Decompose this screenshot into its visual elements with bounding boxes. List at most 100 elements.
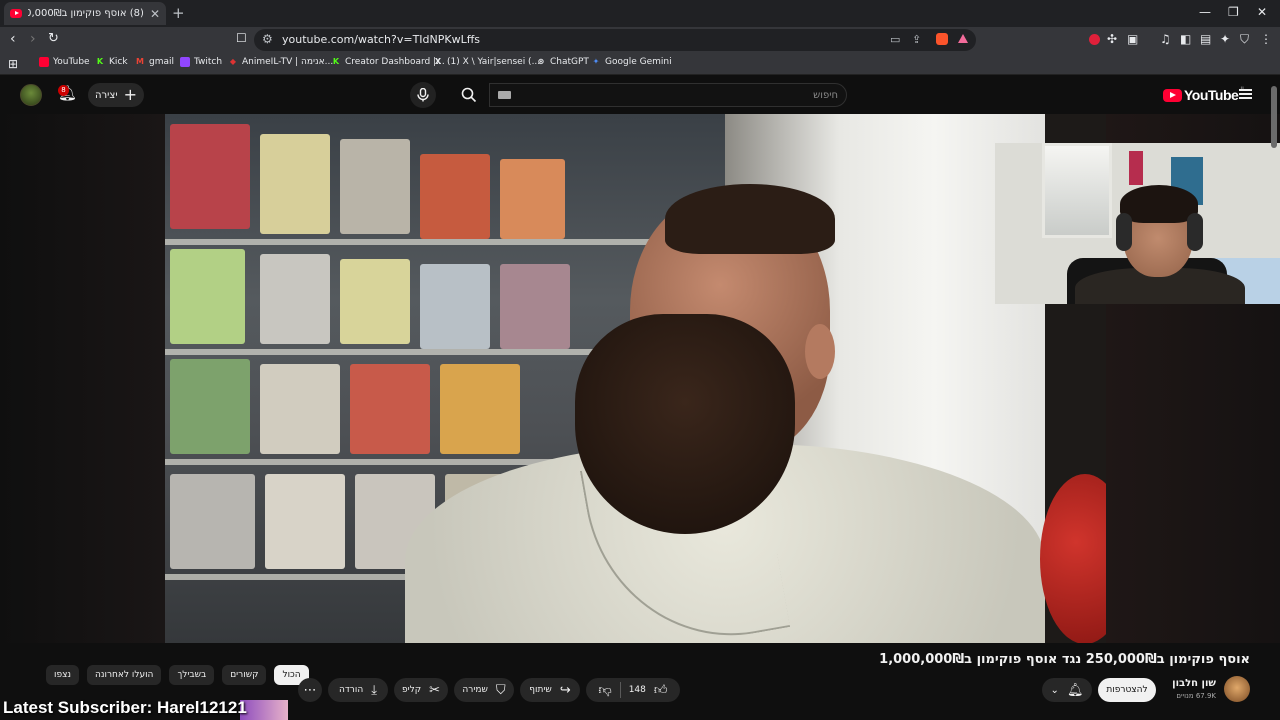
search-input[interactable]	[520, 87, 838, 103]
bookmark-animeil[interactable]: ◆ AnimeIL-TV | אנימה...	[228, 57, 333, 67]
chip-for-you[interactable]: בשבילך	[169, 665, 215, 685]
minimize-button[interactable]: —	[1199, 5, 1211, 19]
search-button[interactable]	[449, 83, 489, 107]
bookmarks-bar: ⊞ YouTube K Kick Mgmail Twitch ◆ AnimeIL-T…	[0, 53, 1280, 75]
funko-box	[440, 364, 520, 454]
channel-avatar[interactable]	[1224, 676, 1250, 702]
chip-watched[interactable]: נצפו	[46, 665, 80, 685]
save-button[interactable]: שמירה ⛉	[454, 678, 514, 702]
youtube-play-icon	[1163, 88, 1182, 102]
keyboard-icon[interactable]	[498, 91, 511, 99]
sidebar-icon[interactable]: ◧	[1180, 32, 1191, 46]
restore-button[interactable]: ❐	[1228, 5, 1239, 19]
kick-icon: K	[332, 57, 340, 66]
browser-toolbar: ‹ › ↻ ☐ ⚙ youtube.com/watch?v=TIdNPKwLff…	[0, 27, 1280, 53]
youtube-favicon-icon	[10, 9, 22, 18]
funko-box	[500, 264, 570, 349]
gemini-icon: ✦	[592, 57, 600, 66]
bookmark-kick[interactable]: K Kick	[95, 57, 128, 67]
leo-ai-icon[interactable]: ✦	[1220, 32, 1230, 46]
cast-icon[interactable]: ▭	[890, 33, 900, 46]
funko-box	[170, 249, 245, 344]
bookmark-creator-dashboard[interactable]: K Creator Dashboard |...	[331, 57, 445, 67]
download-button[interactable]: הורדה ⤓	[328, 678, 388, 702]
youtube-icon	[39, 57, 49, 67]
subscribed-notifications-button[interactable]: ⌄ 🔔︎	[1042, 678, 1092, 702]
animeil-icon: ◆	[229, 57, 237, 66]
scissors-icon: ✂	[429, 682, 441, 698]
guide-menu-icon[interactable]	[1239, 89, 1252, 99]
bookmark-page-icon[interactable]: ☐	[236, 31, 247, 45]
page-scrollbar[interactable]	[1271, 86, 1277, 148]
brave-shields-icon[interactable]	[936, 33, 948, 45]
browser-tab[interactable]: (8) אוסף פוקימון ב250,000₪ נגד ✕	[4, 2, 166, 25]
extensions-puzzle-icon[interactable]: ✣	[1107, 32, 1117, 46]
wallet-icon[interactable]: ▤	[1200, 32, 1211, 46]
clip-button[interactable]: קליפ ✂	[394, 678, 448, 702]
recommended-thumbnail[interactable]	[240, 700, 288, 720]
cam-window	[1042, 143, 1112, 238]
create-label: יצירה	[95, 89, 118, 101]
close-tab-icon[interactable]: ✕	[150, 7, 160, 21]
save-label: שמירה	[462, 685, 488, 695]
extension-red-icon[interactable]	[1089, 34, 1100, 45]
like-dislike-group: 👎︎ 148 👍︎	[586, 678, 680, 702]
share-label: שיתוף	[529, 685, 552, 695]
site-info-icon[interactable]: ⚙	[262, 32, 273, 46]
video-player[interactable]	[165, 114, 1106, 643]
chip-recently-uploaded[interactable]: הועלו לאחרונה	[87, 665, 162, 685]
more-actions-button[interactable]: ⋯	[298, 678, 322, 702]
reload-icon[interactable]: ↻	[48, 31, 59, 46]
funko-box	[260, 364, 340, 454]
create-button[interactable]: יצירה +	[88, 83, 144, 107]
user-avatar[interactable]	[20, 84, 42, 106]
channel-name[interactable]: שון חלבון	[1172, 678, 1216, 689]
join-button[interactable]: להצטרפות	[1098, 678, 1156, 702]
like-count: 148	[628, 685, 646, 695]
bookmark-x[interactable]: X (1) X \ Yair|sensei (...	[433, 57, 540, 67]
search-icon	[461, 87, 477, 103]
share-button[interactable]: שיתוף ↪	[520, 678, 580, 702]
dislike-icon[interactable]: 👎︎	[599, 683, 612, 698]
screenshot-icon[interactable]: ▣	[1127, 32, 1138, 46]
media-icon[interactable]: ♫	[1160, 32, 1171, 46]
voice-search-button[interactable]	[410, 82, 436, 108]
new-tab-button[interactable]: +	[172, 4, 185, 22]
youtube-wordmark: YouTube	[1184, 87, 1239, 103]
apps-grid-icon[interactable]: ⊞	[8, 57, 18, 71]
kick-icon: K	[96, 57, 104, 66]
clip-label: קליפ	[401, 685, 422, 695]
funko-box	[170, 474, 255, 569]
close-window-button[interactable]: ✕	[1257, 5, 1267, 19]
back-icon[interactable]: ‹	[10, 31, 16, 47]
like-icon[interactable]: 👍︎	[654, 683, 668, 698]
funko-box	[340, 259, 410, 344]
bookmark-gmail[interactable]: Mgmail	[135, 57, 174, 67]
vpn-shield-icon[interactable]: ⛉	[1240, 32, 1249, 47]
funko-box	[265, 474, 345, 569]
chevron-down-icon: ⌄	[1050, 684, 1059, 696]
address-bar[interactable]: ⚙ youtube.com/watch?v=TIdNPKwLffs ▭ ⇪	[254, 29, 976, 51]
search-box[interactable]	[489, 83, 847, 107]
bookmark-twitch[interactable]: Twitch	[180, 57, 222, 67]
youtube-logo[interactable]: YouTube IL	[1163, 86, 1245, 103]
forward-icon[interactable]: ›	[30, 31, 36, 47]
menu-dots-icon[interactable]: ⋮	[1260, 32, 1272, 46]
funko-box	[260, 254, 330, 344]
brave-rewards-icon[interactable]	[958, 34, 968, 43]
cam-poster	[1129, 151, 1143, 185]
stream-overlay-latest-subscriber: Latest Subscriber: Harel12121	[3, 698, 247, 717]
cam-headset	[1116, 213, 1132, 251]
browser-titlebar: (8) אוסף פוקימון ב250,000₪ נגד ✕ + — ❐ ✕	[0, 0, 1280, 27]
funko-box	[260, 134, 330, 234]
chip-related[interactable]: קשורים	[222, 665, 267, 685]
download-icon: ⤓	[371, 682, 377, 698]
tab-title: (8) אוסף פוקימון ב250,000₪ נגד	[28, 8, 144, 19]
cam-hair	[1120, 185, 1198, 223]
x-icon: X	[434, 57, 442, 66]
like-divider	[619, 682, 621, 698]
bookmark-chatgpt[interactable]: ⊛ ChatGPT	[536, 57, 589, 67]
share-page-icon[interactable]: ⇪	[912, 33, 921, 46]
bookmark-gemini[interactable]: ✦ Google Gemini	[591, 57, 672, 67]
bookmark-youtube[interactable]: YouTube	[39, 57, 90, 67]
